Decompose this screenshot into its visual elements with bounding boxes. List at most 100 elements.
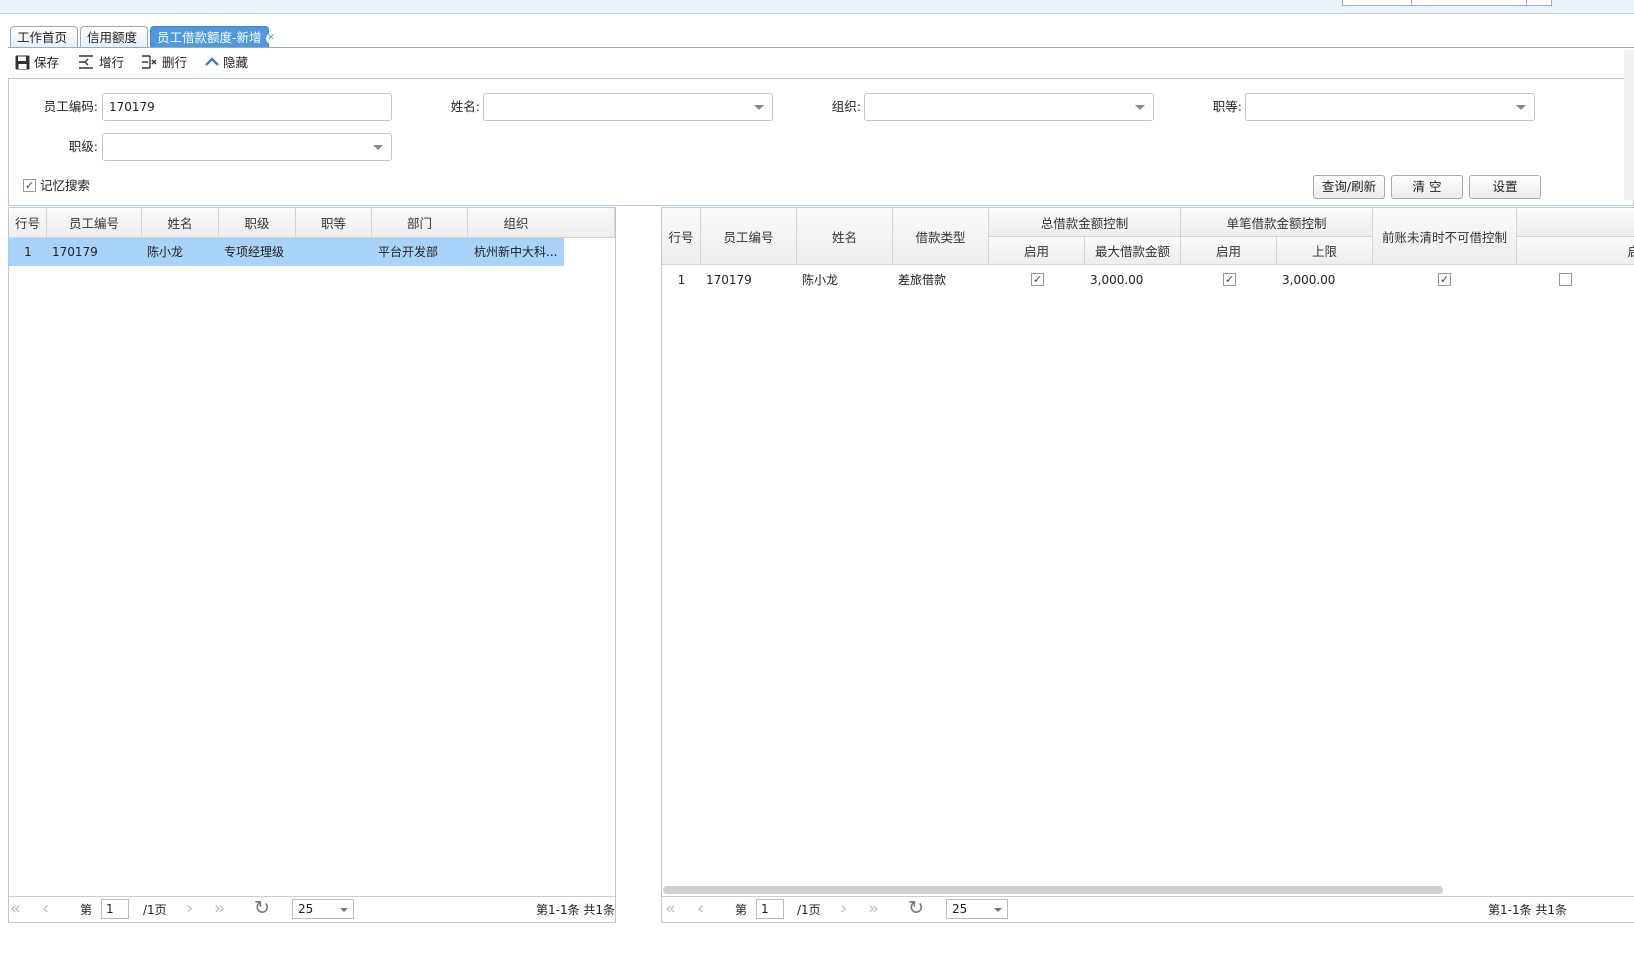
- close-icon[interactable]: ✕: [265, 33, 277, 44]
- col-group-total-loan-control: 总借款金额控制: [989, 208, 1181, 237]
- col-group-single-loan-control: 单笔借款金额控制: [1181, 208, 1373, 237]
- name-cell: 陈小龙: [802, 273, 839, 287]
- col-header-org[interactable]: 组织: [468, 208, 615, 238]
- top-dropdown-box[interactable]: [1526, 0, 1552, 6]
- vertical-scrollbar[interactable]: [1624, 50, 1634, 200]
- col-header-extra-enable[interactable]: 启: [1517, 237, 1634, 265]
- level-label: 职级:: [68, 139, 98, 154]
- col-header-name[interactable]: 姓名: [142, 208, 219, 238]
- page-prefix: 第: [80, 903, 93, 917]
- employee-grid: [8, 207, 616, 923]
- col-header-extra-label: 启: [1627, 244, 1634, 259]
- col-header-unsettled-control[interactable]: 前账未清时不可借控制: [1373, 208, 1517, 265]
- hide-label: 隐藏: [223, 55, 249, 70]
- unsettled-control-checkbox[interactable]: ✓: [1438, 273, 1451, 286]
- total-max-cell: 3,000.00: [1090, 273, 1144, 287]
- col-header-grade[interactable]: 职等: [296, 208, 372, 238]
- single-limit-cell: 3,000.00: [1282, 273, 1336, 287]
- col-header-org-label: 组织: [503, 216, 529, 231]
- first-page-icon[interactable]: «: [665, 900, 676, 918]
- prev-page-icon[interactable]: ‹: [697, 900, 704, 918]
- employee-code-input[interactable]: 170179: [102, 93, 392, 121]
- query-refresh-button[interactable]: 查询/刷新: [1313, 175, 1385, 199]
- delete-row-label: 删行: [162, 55, 188, 70]
- total-enable-checkbox[interactable]: ✓: [1031, 273, 1044, 286]
- remember-search-label: 记忆搜索: [40, 178, 91, 193]
- col-header-row-no[interactable]: 行号: [9, 208, 47, 238]
- row-no-cell: 1: [24, 245, 32, 259]
- col-header-single-limit[interactable]: 上限: [1277, 237, 1373, 265]
- name-label: 姓名:: [450, 99, 480, 114]
- chevron-down-icon: [754, 105, 764, 110]
- chevron-down-icon: [340, 908, 348, 912]
- settings-button[interactable]: 设置: [1469, 175, 1541, 199]
- col-header-row-no[interactable]: 行号: [662, 208, 701, 265]
- prev-page-icon[interactable]: ‹: [42, 900, 49, 918]
- tab-employee-loan-limit-new[interactable]: 员工借款额度-新增 ✕: [150, 26, 277, 48]
- delete-row-button[interactable]: 删行: [142, 53, 187, 73]
- tab-home-label: 工作首页: [17, 30, 68, 45]
- col-header-dept[interactable]: 部门: [372, 208, 468, 238]
- tab-credit-limit[interactable]: 信用额度: [80, 26, 148, 48]
- tab-home[interactable]: 工作首页: [10, 26, 78, 48]
- col-header-level[interactable]: 职级: [219, 208, 296, 238]
- save-button[interactable]: 保存: [15, 53, 59, 73]
- col-header-total-enable[interactable]: 启用: [989, 237, 1085, 265]
- page-size-select[interactable]: 25: [946, 899, 1008, 919]
- last-page-icon[interactable]: »: [868, 900, 879, 918]
- record-summary: 第1-1条 共1条: [536, 903, 616, 917]
- clear-button[interactable]: 清 空: [1391, 175, 1463, 199]
- extra-enable-checkbox[interactable]: [1559, 273, 1572, 286]
- top-input-box[interactable]: [1411, 0, 1527, 6]
- tab-active-label: 员工借款额度-新增: [157, 30, 262, 45]
- col-header-name[interactable]: 姓名: [797, 208, 893, 265]
- employee-code-label: 员工编码:: [43, 99, 98, 114]
- chevron-down-icon: [1135, 105, 1145, 110]
- col-header-single-enable[interactable]: 启用: [1181, 237, 1277, 265]
- record-summary: 第1-1条 共1条: [1488, 903, 1568, 917]
- refresh-icon[interactable]: ↻: [254, 899, 270, 918]
- col-header-loan-type[interactable]: 借款类型: [893, 208, 989, 265]
- page-prefix: 第: [735, 903, 748, 917]
- add-row-icon: [79, 55, 93, 69]
- horizontal-scrollbar[interactable]: [663, 886, 1443, 894]
- name-cell: 陈小龙: [147, 245, 184, 259]
- level-cell: 专项经理级: [224, 245, 285, 259]
- col-header-employee-code[interactable]: 员工编号: [701, 208, 797, 265]
- hide-button[interactable]: 隐藏: [205, 53, 248, 73]
- next-page-icon[interactable]: ›: [186, 900, 193, 918]
- page-size-value: 25: [298, 902, 314, 916]
- last-page-icon[interactable]: »: [214, 900, 225, 918]
- refresh-icon[interactable]: ↻: [908, 899, 924, 918]
- add-row-button[interactable]: 增行: [79, 53, 124, 73]
- org-cell: 杭州新中大科...: [474, 245, 558, 259]
- employee-code-cell: 170179: [52, 245, 98, 259]
- top-search-box[interactable]: [1342, 0, 1412, 6]
- remember-search-checkbox[interactable]: ✓: [23, 179, 36, 192]
- single-enable-checkbox[interactable]: ✓: [1223, 273, 1236, 286]
- loan-limit-grid: [661, 207, 1634, 923]
- chevron-down-icon: [994, 908, 1002, 912]
- page-number-input[interactable]: 1: [101, 899, 129, 919]
- row-no-cell: 1: [677, 273, 686, 287]
- chevron-up-icon: [205, 57, 219, 66]
- org-label: 组织:: [831, 99, 861, 114]
- first-page-icon[interactable]: «: [10, 900, 21, 918]
- col-header-employee-code[interactable]: 员工编号: [47, 208, 142, 238]
- level-combobox[interactable]: [102, 133, 392, 161]
- grade-combobox[interactable]: [1245, 93, 1535, 121]
- next-page-icon[interactable]: ›: [840, 900, 847, 918]
- org-combobox[interactable]: [864, 93, 1154, 121]
- page-total: /1页: [143, 903, 167, 917]
- tab-credit-limit-label: 信用额度: [87, 30, 138, 45]
- loan-type-cell: 差旅借款: [898, 273, 947, 287]
- delete-row-icon: [142, 55, 157, 69]
- name-combobox[interactable]: [483, 93, 773, 121]
- col-group-extra: [1517, 208, 1634, 237]
- chevron-down-icon: [373, 145, 383, 150]
- col-header-total-max[interactable]: 最大借款金额: [1085, 237, 1181, 265]
- add-row-label: 增行: [99, 55, 125, 70]
- page-size-select[interactable]: 25: [292, 899, 354, 919]
- page-number-input[interactable]: 1: [756, 899, 784, 919]
- chevron-down-icon: [1516, 105, 1526, 110]
